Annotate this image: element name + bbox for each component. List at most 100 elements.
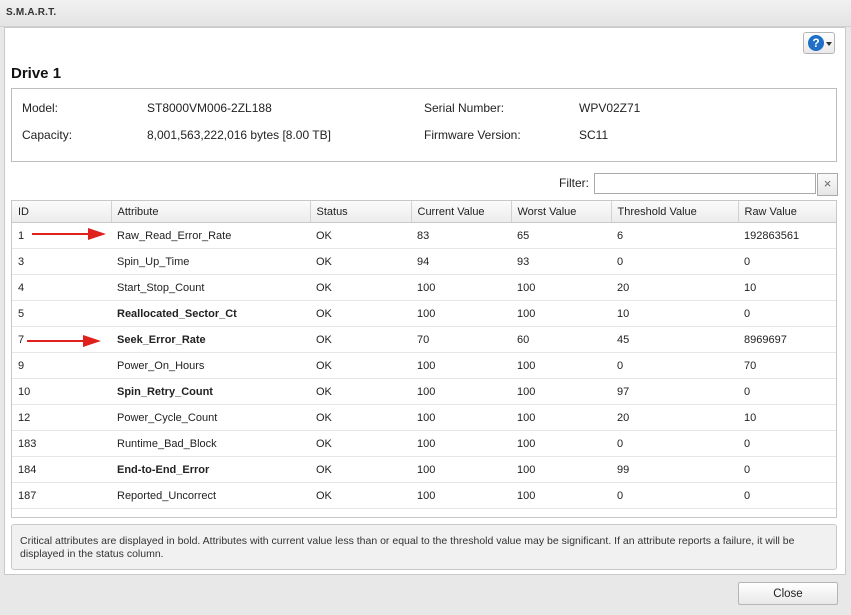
column-header-id[interactable]: ID [12, 201, 112, 223]
cell-raw-value: 0 [738, 378, 836, 405]
cell-attribute: Command_Timeout [111, 508, 310, 517]
cell-attribute: Reallocated_Sector_Ct [111, 300, 310, 327]
dialog-footer [0, 576, 851, 615]
table-row[interactable]: 188Command_TimeoutOK10010000 [12, 508, 836, 517]
table-row[interactable]: 3 Spin_Up_Time OK 94 93 0 0 [12, 248, 836, 275]
cell-worst-value: 65 [511, 222, 611, 249]
cell-attribute: Start_Stop_Count [111, 274, 310, 301]
cell-threshold-value: 45 [611, 326, 738, 353]
cell-attribute: Spin_Retry_Count [111, 378, 310, 405]
cell-worst-value: 60 [511, 326, 611, 353]
cell-raw-value: 70 [738, 352, 836, 379]
cell-current-value: 70 [411, 326, 511, 353]
capacity-label: Capacity: [22, 128, 73, 142]
cell-current-value: 100 [411, 430, 511, 457]
cell-status: OK [310, 456, 411, 483]
window-titlebar: S.M.A.R.T. [0, 0, 851, 27]
table-body: 1 Raw_Read_Error_Rate OK 83 65 6 192863561 3 Spi… [12, 222, 836, 517]
table-row[interactable]: 183 Runtime_Bad_Block OK 100 100 0 0 [12, 430, 836, 457]
table-row[interactable]: 4 Start_Stop_Count OK 100 100 20 10 [12, 274, 836, 301]
cell-threshold-value: 97 [611, 378, 738, 405]
cell-threshold-value: 20 [611, 274, 738, 301]
close-icon: × [823, 176, 832, 191]
table-row[interactable]: 1 Raw_Read_Error_Rate OK 83 65 6 192863561 [12, 222, 836, 249]
cell-id: 3 [12, 248, 111, 275]
cell-threshold-value: 99 [611, 456, 738, 483]
cell-current-value: 100 [411, 274, 511, 301]
cell-current-value: 100 [411, 404, 511, 431]
cell-worst-value: 100 [511, 456, 611, 483]
cell-current-value: 83 [411, 222, 511, 249]
column-header-worst-value[interactable]: Worst Value [511, 201, 612, 223]
cell-status: OK [310, 326, 411, 353]
note-text: Critical attributes are displayed in bol… [20, 535, 795, 560]
cell-status: OK [310, 222, 411, 249]
smart-attributes-table: ID Attribute Status Current Value Worst … [11, 200, 837, 518]
cell-raw-value: 0 [738, 248, 836, 275]
cell-threshold-value: 20 [611, 404, 738, 431]
cell-attribute: Runtime_Bad_Block [111, 430, 310, 457]
table-row[interactable]: 12 Power_Cycle_Count OK 100 100 20 10 [12, 404, 836, 431]
cell-current-value: 100 [411, 482, 511, 509]
chevron-down-icon [826, 42, 832, 46]
help-button[interactable]: ? [803, 32, 835, 54]
capacity-value: 8,001,563,222,016 bytes [8.00 TB] [147, 128, 331, 142]
column-header-attribute[interactable]: Attribute [111, 201, 311, 223]
cell-status: OK [310, 248, 411, 275]
cell-worst-value: 100 [511, 430, 611, 457]
cell-worst-value: 100 [511, 404, 611, 431]
cell-threshold-value: 0 [611, 508, 738, 517]
cell-raw-value: 0 [738, 300, 836, 327]
cell-raw-value: 10 [738, 274, 836, 301]
window-title: S.M.A.R.T. [6, 7, 57, 18]
table-row[interactable]: 7 Seek_Error_Rate OK 70 60 45 8969697 [12, 326, 836, 353]
model-label: Model: [22, 101, 59, 115]
column-header-current-value[interactable]: Current Value [411, 201, 512, 223]
cell-status: OK [310, 378, 411, 405]
table-row[interactable]: 10 Spin_Retry_Count OK 100 100 97 0 [12, 378, 836, 405]
cell-worst-value: 100 [511, 378, 611, 405]
column-header-status[interactable]: Status [310, 201, 412, 223]
column-header-raw-value[interactable]: Raw Value [738, 201, 836, 223]
table-header-row: ID Attribute Status Current Value Worst … [12, 201, 836, 223]
cell-worst-value: 100 [511, 300, 611, 327]
red-arrow-annotation [32, 228, 106, 240]
cell-raw-value: 0 [738, 430, 836, 457]
table-row[interactable]: 5 Reallocated_Sector_Ct OK 100 100 10 0 [12, 300, 836, 327]
drive-info-panel: Model: ST8000VM006-2ZL188 Capacity: 8,00… [11, 88, 837, 162]
cell-status: OK [310, 482, 411, 509]
cell-id: 12 [12, 404, 111, 431]
cell-raw-value: 192863561 [738, 222, 836, 249]
cell-current-value: 100 [411, 352, 511, 379]
red-arrow-annotation [27, 335, 101, 347]
clear-filter-button[interactable]: × [817, 173, 838, 196]
table-row[interactable]: 187 Reported_Uncorrect OK 100 100 0 0 [12, 482, 836, 509]
firmware-label: Firmware Version: [424, 128, 521, 142]
cell-id: 187 [12, 482, 111, 509]
cell-id: 5 [12, 300, 111, 327]
model-value: ST8000VM006-2ZL188 [147, 101, 272, 115]
cell-id: 183 [12, 430, 111, 457]
cell-attribute: Raw_Read_Error_Rate [111, 222, 310, 249]
table-row[interactable]: 9 Power_On_Hours OK 100 100 0 70 [12, 352, 836, 379]
cell-threshold-value: 0 [611, 430, 738, 457]
cell-attribute: Power_On_Hours [111, 352, 310, 379]
cell-attribute: End-to-End_Error [111, 456, 310, 483]
cell-worst-value: 100 [511, 482, 611, 509]
cell-threshold-value: 0 [611, 352, 738, 379]
firmware-value: SC11 [579, 128, 609, 142]
info-note: Critical attributes are displayed in bol… [11, 524, 837, 570]
cell-status: OK [310, 508, 411, 517]
column-header-threshold-value[interactable]: Threshold Value [611, 201, 739, 223]
cell-id: 184 [12, 456, 111, 483]
cell-id: 10 [12, 378, 111, 405]
cell-worst-value: 100 [511, 508, 611, 517]
cell-status: OK [310, 404, 411, 431]
cell-worst-value: 93 [511, 248, 611, 275]
cell-worst-value: 100 [511, 274, 611, 301]
close-button[interactable]: Close [738, 582, 838, 605]
table-row[interactable]: 184 End-to-End_Error OK 100 100 99 0 [12, 456, 836, 483]
filter-input[interactable] [594, 173, 816, 194]
cell-id: 4 [12, 274, 111, 301]
cell-status: OK [310, 300, 411, 327]
